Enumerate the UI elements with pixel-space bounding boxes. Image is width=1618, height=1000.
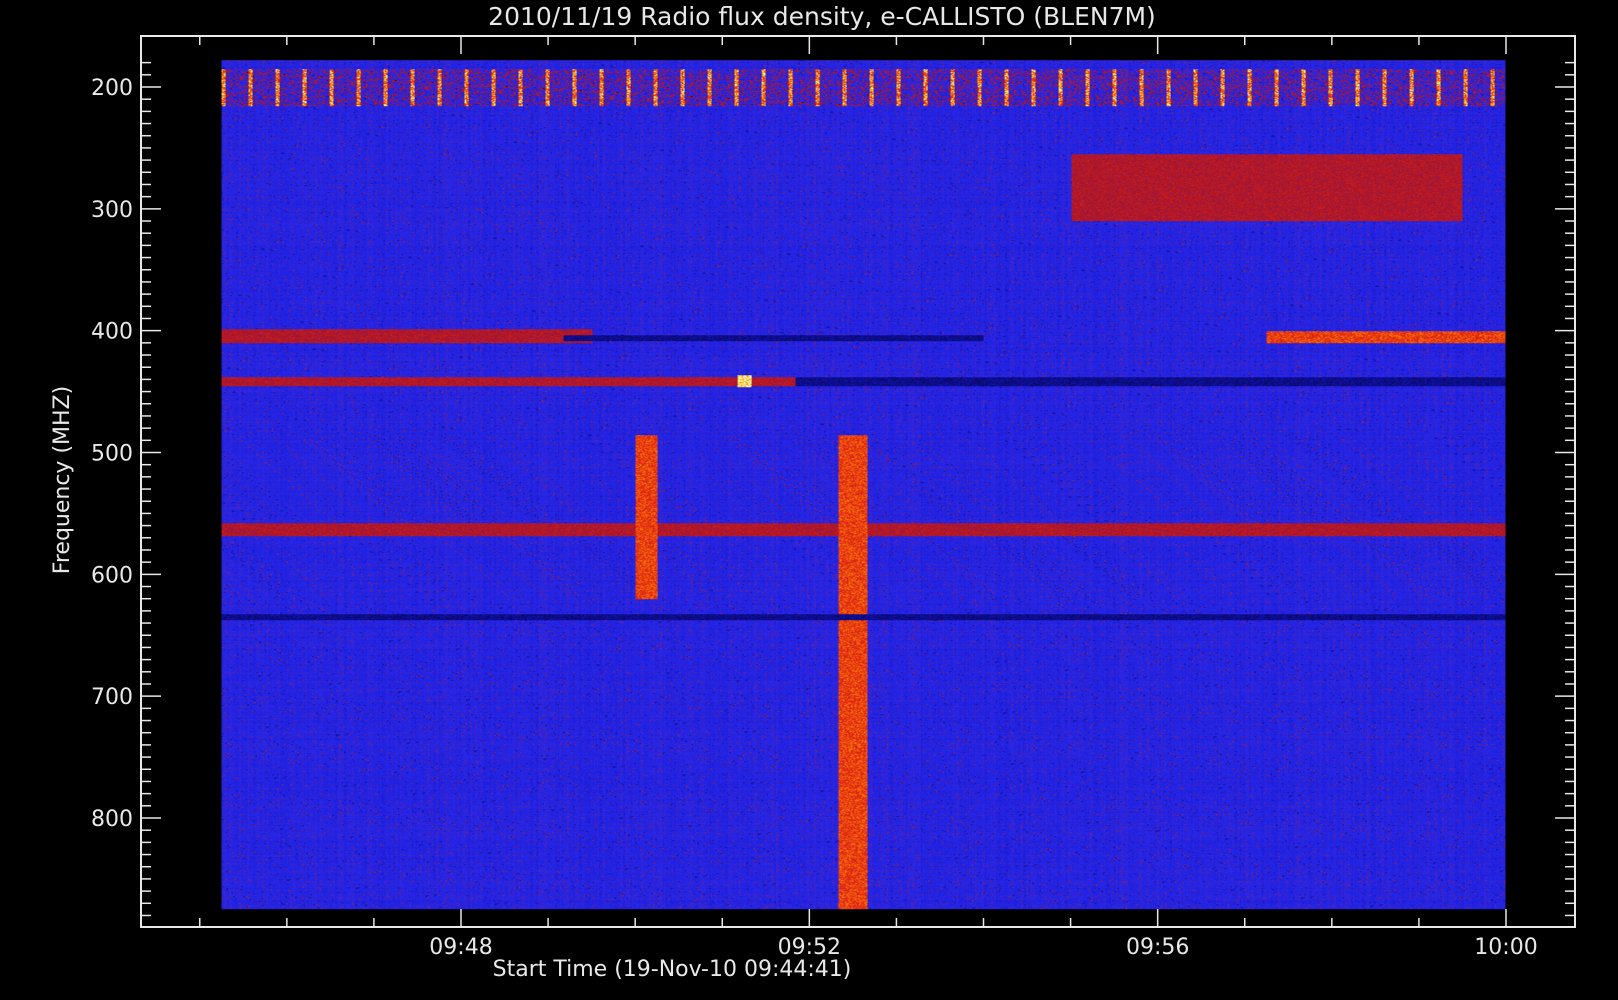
chart-title: 2010/11/19 Radio flux density, e-CALLIST… <box>488 2 1156 31</box>
y-tick-label: 700 <box>91 685 133 710</box>
y-axis-label: Frequency (MHZ) <box>50 386 75 574</box>
y-tick-label: 800 <box>91 807 133 832</box>
y-tick-label: 200 <box>91 76 133 101</box>
x-tick-label: 10:00 <box>1474 935 1537 960</box>
y-tick-label: 600 <box>91 563 133 588</box>
spectrogram-image <box>221 60 1506 910</box>
y-tick-label: 400 <box>91 320 133 345</box>
x-tick-label: 09:48 <box>429 935 492 960</box>
spectrogram-figure: 2010/11/19 Radio flux density, e-CALLIST… <box>0 0 1618 1000</box>
x-axis-label: Start Time (19-Nov-10 09:44:41) <box>493 957 852 982</box>
x-tick-label: 09:56 <box>1126 935 1189 960</box>
plot-area <box>221 60 1506 910</box>
y-tick-label: 500 <box>91 442 133 467</box>
y-tick-label: 300 <box>91 198 133 223</box>
